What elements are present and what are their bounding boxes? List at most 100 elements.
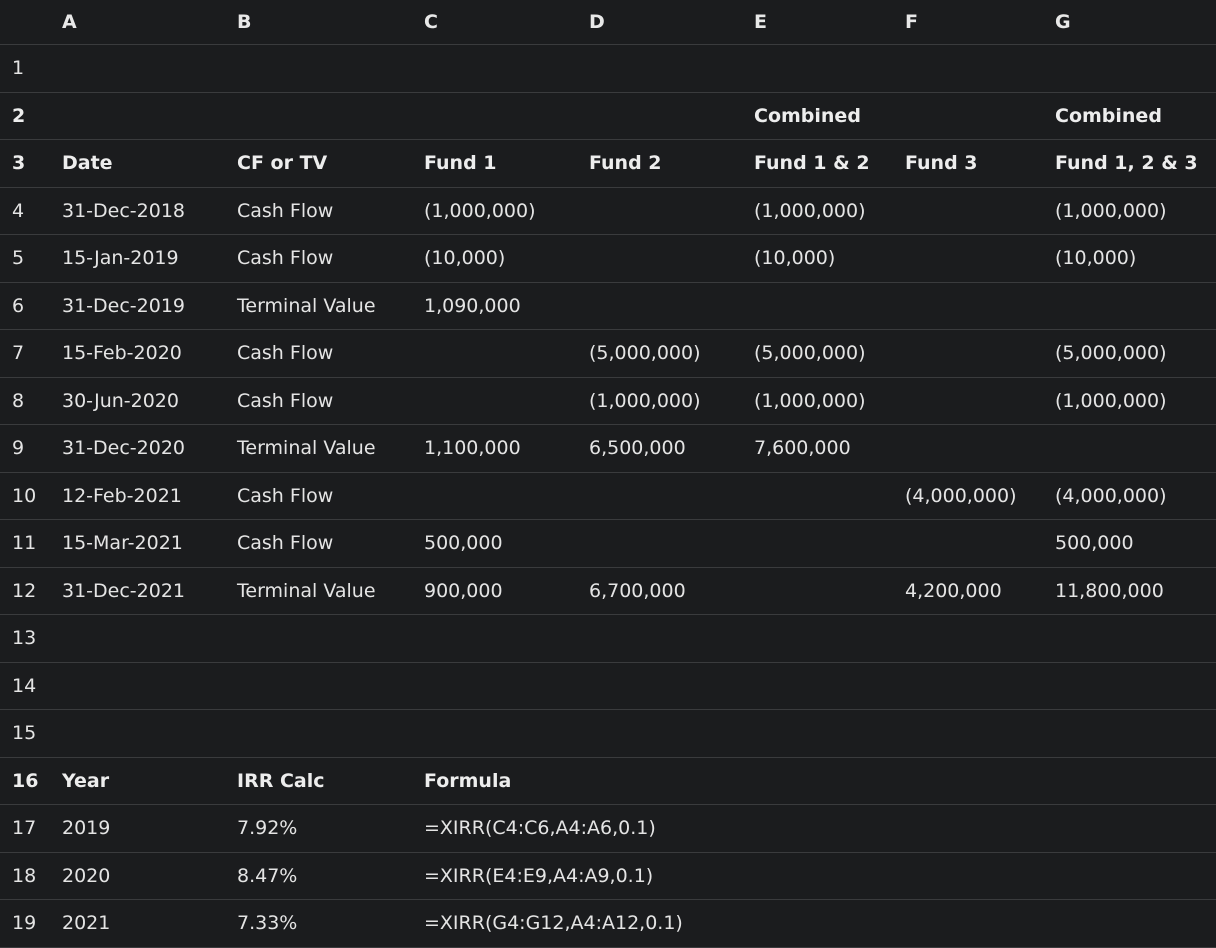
row-number[interactable]: 6 bbox=[12, 283, 52, 330]
cell-e2[interactable]: Combined bbox=[754, 93, 861, 140]
row-number[interactable]: 1 bbox=[12, 45, 52, 92]
cell-g2[interactable]: Combined bbox=[1055, 93, 1162, 140]
row-number[interactable]: 7 bbox=[12, 330, 52, 377]
column-header-f[interactable]: F bbox=[905, 0, 918, 44]
cell-e5[interactable]: (10,000) bbox=[754, 235, 835, 282]
cell-e8[interactable]: (1,000,000) bbox=[754, 378, 866, 425]
table-row: 19 2021 7.33% =XIRR(G4:G12,A4:A12,0.1) bbox=[0, 900, 1216, 948]
cell-c17[interactable]: =XIRR(C4:C6,A4:A6,0.1) bbox=[424, 805, 656, 852]
cell-g3[interactable]: Fund 1, 2 & 3 bbox=[1055, 140, 1198, 187]
cell-a17[interactable]: 2019 bbox=[62, 805, 110, 852]
cell-a12[interactable]: 31-Dec-2021 bbox=[62, 568, 185, 615]
cell-a6[interactable]: 31-Dec-2019 bbox=[62, 283, 185, 330]
cell-c9[interactable]: 1,100,000 bbox=[424, 425, 521, 472]
cell-c6[interactable]: 1,090,000 bbox=[424, 283, 521, 330]
cell-a3[interactable]: Date bbox=[62, 140, 113, 187]
row-number[interactable]: 19 bbox=[12, 900, 52, 947]
cell-g4[interactable]: (1,000,000) bbox=[1055, 188, 1167, 235]
table-row: 7 15-Feb-2020 Cash Flow (5,000,000) (5,000,0… bbox=[0, 330, 1216, 378]
cell-d7[interactable]: (5,000,000) bbox=[589, 330, 701, 377]
row-number[interactable]: 2 bbox=[12, 93, 52, 140]
cell-b5[interactable]: Cash Flow bbox=[237, 235, 333, 282]
cell-a7[interactable]: 15-Feb-2020 bbox=[62, 330, 182, 377]
cell-a8[interactable]: 30-Jun-2020 bbox=[62, 378, 179, 425]
cell-c19[interactable]: =XIRR(G4:G12,A4:A12,0.1) bbox=[424, 900, 683, 947]
cell-e7[interactable]: (5,000,000) bbox=[754, 330, 866, 377]
table-row: 14 bbox=[0, 663, 1216, 710]
column-header-d[interactable]: D bbox=[589, 0, 605, 44]
table-row: 8 30-Jun-2020 Cash Flow (1,000,000) (1,000,0… bbox=[0, 378, 1216, 425]
cell-f10[interactable]: (4,000,000) bbox=[905, 473, 1017, 520]
row-number[interactable]: 11 bbox=[12, 520, 52, 567]
cell-b12[interactable]: Terminal Value bbox=[237, 568, 376, 615]
cell-b18[interactable]: 8.47% bbox=[237, 853, 297, 900]
row-number[interactable]: 10 bbox=[12, 473, 52, 520]
cell-c16[interactable]: Formula bbox=[424, 758, 511, 805]
row-number[interactable]: 5 bbox=[12, 235, 52, 282]
table-row: 17 2019 7.92% =XIRR(C4:C6,A4:A6,0.1) bbox=[0, 805, 1216, 853]
column-header-a[interactable]: A bbox=[62, 0, 77, 44]
cell-g10[interactable]: (4,000,000) bbox=[1055, 473, 1167, 520]
column-header-c[interactable]: C bbox=[424, 0, 438, 44]
cell-a5[interactable]: 15-Jan-2019 bbox=[62, 235, 179, 282]
cell-b10[interactable]: Cash Flow bbox=[237, 473, 333, 520]
table-row: 11 15-Mar-2021 Cash Flow 500,000 500,000 bbox=[0, 520, 1216, 568]
cell-c4[interactable]: (1,000,000) bbox=[424, 188, 536, 235]
row-number[interactable]: 14 bbox=[12, 663, 52, 710]
row-number[interactable]: 4 bbox=[12, 188, 52, 235]
cell-d12[interactable]: 6,700,000 bbox=[589, 568, 686, 615]
column-header-b[interactable]: B bbox=[237, 0, 251, 44]
cell-c18[interactable]: =XIRR(E4:E9,A4:A9,0.1) bbox=[424, 853, 653, 900]
cell-g7[interactable]: (5,000,000) bbox=[1055, 330, 1167, 377]
cell-c5[interactable]: (10,000) bbox=[424, 235, 505, 282]
cell-c3[interactable]: Fund 1 bbox=[424, 140, 497, 187]
row-number[interactable]: 13 bbox=[12, 615, 52, 662]
cell-d8[interactable]: (1,000,000) bbox=[589, 378, 701, 425]
column-header-e[interactable]: E bbox=[754, 0, 767, 44]
row-number[interactable]: 16 bbox=[12, 758, 52, 805]
cell-a16[interactable]: Year bbox=[62, 758, 109, 805]
cell-a10[interactable]: 12-Feb-2021 bbox=[62, 473, 182, 520]
cell-b11[interactable]: Cash Flow bbox=[237, 520, 333, 567]
cell-c12[interactable]: 900,000 bbox=[424, 568, 503, 615]
cell-a18[interactable]: 2020 bbox=[62, 853, 110, 900]
cell-c11[interactable]: 500,000 bbox=[424, 520, 503, 567]
cell-b8[interactable]: Cash Flow bbox=[237, 378, 333, 425]
cell-e9[interactable]: 7,600,000 bbox=[754, 425, 851, 472]
cell-a4[interactable]: 31-Dec-2018 bbox=[62, 188, 185, 235]
cell-b7[interactable]: Cash Flow bbox=[237, 330, 333, 377]
cell-b16[interactable]: IRR Calc bbox=[237, 758, 325, 805]
column-header-row: A B C D E F G bbox=[0, 0, 1216, 45]
row-number[interactable]: 18 bbox=[12, 853, 52, 900]
row-number[interactable]: 12 bbox=[12, 568, 52, 615]
cell-d3[interactable]: Fund 2 bbox=[589, 140, 662, 187]
table-row: 3 Date CF or TV Fund 1 Fund 2 Fund 1 & 2 Fund … bbox=[0, 140, 1216, 188]
cell-b6[interactable]: Terminal Value bbox=[237, 283, 376, 330]
table-row: 4 31-Dec-2018 Cash Flow (1,000,000) (1,000,0… bbox=[0, 188, 1216, 235]
cell-a19[interactable]: 2021 bbox=[62, 900, 110, 947]
cell-b3[interactable]: CF or TV bbox=[237, 140, 327, 187]
row-number[interactable]: 3 bbox=[12, 140, 52, 187]
cell-b9[interactable]: Terminal Value bbox=[237, 425, 376, 472]
cell-a11[interactable]: 15-Mar-2021 bbox=[62, 520, 183, 567]
cell-a9[interactable]: 31-Dec-2020 bbox=[62, 425, 185, 472]
column-header-g[interactable]: G bbox=[1055, 0, 1071, 44]
cell-d9[interactable]: 6,500,000 bbox=[589, 425, 686, 472]
cell-g5[interactable]: (10,000) bbox=[1055, 235, 1136, 282]
table-row: 5 15-Jan-2019 Cash Flow (10,000) (10,000) (10… bbox=[0, 235, 1216, 283]
row-number[interactable]: 15 bbox=[12, 710, 52, 757]
cell-f3[interactable]: Fund 3 bbox=[905, 140, 978, 187]
row-number[interactable]: 8 bbox=[12, 378, 52, 425]
table-row: 18 2020 8.47% =XIRR(E4:E9,A4:A9,0.1) bbox=[0, 853, 1216, 900]
cell-e4[interactable]: (1,000,000) bbox=[754, 188, 866, 235]
cell-b17[interactable]: 7.92% bbox=[237, 805, 297, 852]
cell-e3[interactable]: Fund 1 & 2 bbox=[754, 140, 870, 187]
row-number[interactable]: 9 bbox=[12, 425, 52, 472]
cell-g8[interactable]: (1,000,000) bbox=[1055, 378, 1167, 425]
cell-b19[interactable]: 7.33% bbox=[237, 900, 297, 947]
cell-g11[interactable]: 500,000 bbox=[1055, 520, 1134, 567]
cell-f12[interactable]: 4,200,000 bbox=[905, 568, 1002, 615]
row-number[interactable]: 17 bbox=[12, 805, 52, 852]
cell-b4[interactable]: Cash Flow bbox=[237, 188, 333, 235]
cell-g12[interactable]: 11,800,000 bbox=[1055, 568, 1164, 615]
